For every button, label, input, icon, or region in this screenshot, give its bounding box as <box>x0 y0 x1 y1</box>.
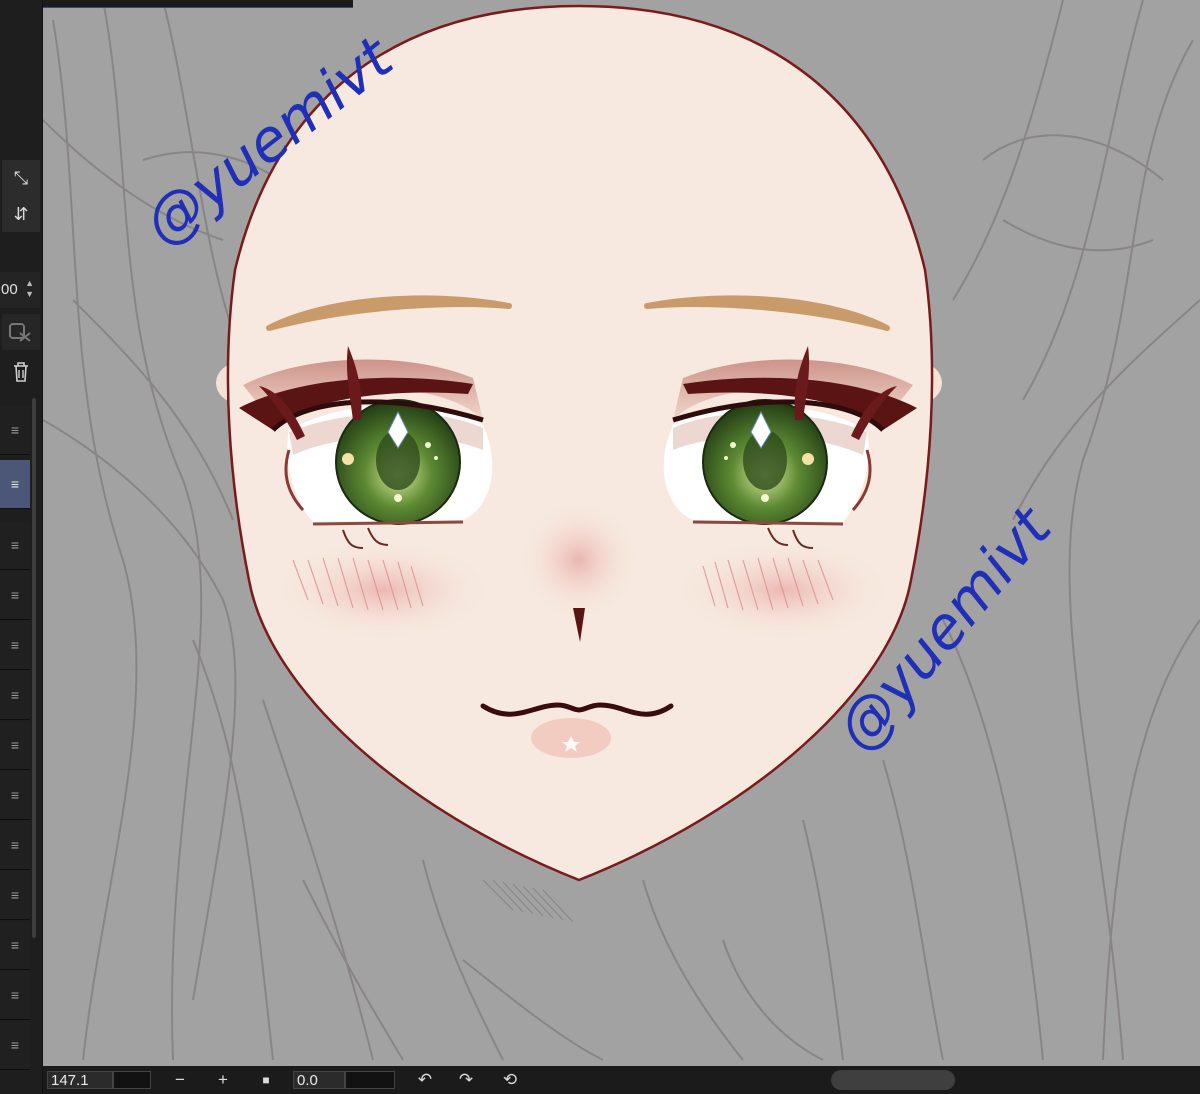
flip-vertical-icon[interactable]: ⇵ <box>2 196 40 232</box>
drag-handle-icon: ≡ <box>10 837 20 853</box>
drag-handle-icon: ≡ <box>10 687 20 703</box>
layer-scrollbar[interactable] <box>32 398 36 938</box>
drag-handle-icon: ≡ <box>10 737 20 753</box>
layer-handle[interactable]: ≡ <box>0 971 30 1020</box>
drag-handle-icon: ≡ <box>10 587 20 603</box>
layer-handle[interactable]: ≡ <box>0 1021 30 1070</box>
layer-handle[interactable]: ≡ <box>0 571 30 620</box>
rotate-right-button[interactable]: ↷ <box>455 1066 477 1094</box>
trash-icon[interactable] <box>2 354 40 390</box>
layer-handle[interactable]: ≡ <box>0 871 30 920</box>
left-toolbar: ⤡ ⇵ 00 ▲ ▼ ≡ ≡ ≡ ≡ ≡ ≡ ≡ ≡ ≡ ≡ ≡ ≡ ≡ <box>0 0 43 1094</box>
drag-handle-icon: ≡ <box>10 476 20 492</box>
layer-handle[interactable]: ≡ <box>0 621 30 670</box>
drag-handle-icon: ≡ <box>10 887 20 903</box>
drag-handle-icon: ≡ <box>10 1037 20 1053</box>
size-value-field[interactable]: 00 ▲ ▼ <box>0 272 40 308</box>
drag-handle-icon: ≡ <box>10 987 20 1003</box>
rotation-slider[interactable] <box>345 1071 395 1089</box>
layer-handle[interactable]: ≡ <box>0 921 30 970</box>
layer-handle[interactable]: ≡ <box>0 771 30 820</box>
layer-handle-active[interactable]: ≡ <box>0 460 30 509</box>
reset-rotation-button[interactable]: ⟲ <box>499 1066 521 1094</box>
top-tab-strip[interactable] <box>43 0 353 8</box>
drag-handle-icon: ≡ <box>10 937 20 953</box>
transform-icon[interactable]: ⤡ <box>2 160 40 196</box>
layer-handle[interactable]: ≡ <box>0 721 30 770</box>
fit-button[interactable]: ■ <box>255 1066 277 1094</box>
horizontal-scrollbar-thumb[interactable] <box>831 1070 955 1090</box>
drawing-canvas[interactable]: @yuemivt @yuemivt <box>43 0 1200 1066</box>
size-value-text: 00 <box>1 281 18 298</box>
zoom-out-button[interactable]: − <box>169 1066 191 1094</box>
stepper-arrows-icon[interactable]: ▲ ▼ <box>25 278 34 300</box>
drag-handle-icon: ≡ <box>10 537 20 553</box>
bottom-navigator-bar: 147.1 − + ■ 0.0 ↶ ↷ ⟲ <box>43 1066 1200 1094</box>
drag-handle-icon: ≡ <box>10 422 20 438</box>
zoom-in-button[interactable]: + <box>212 1066 234 1094</box>
rotate-left-button[interactable]: ↶ <box>414 1066 436 1094</box>
drag-handle-icon: ≡ <box>10 637 20 653</box>
zoom-value-field[interactable]: 147.1 <box>47 1071 113 1089</box>
rotation-value-field[interactable]: 0.0 <box>293 1071 345 1089</box>
layer-handle[interactable]: ≡ <box>0 821 30 870</box>
mask-layer-icon[interactable] <box>2 314 40 350</box>
layer-handle[interactable]: ≡ <box>0 521 30 570</box>
layer-handle[interactable]: ≡ <box>0 671 30 720</box>
layer-handle[interactable]: ≡ <box>0 406 30 455</box>
drag-handle-icon: ≡ <box>10 787 20 803</box>
zoom-slider[interactable] <box>113 1071 151 1089</box>
